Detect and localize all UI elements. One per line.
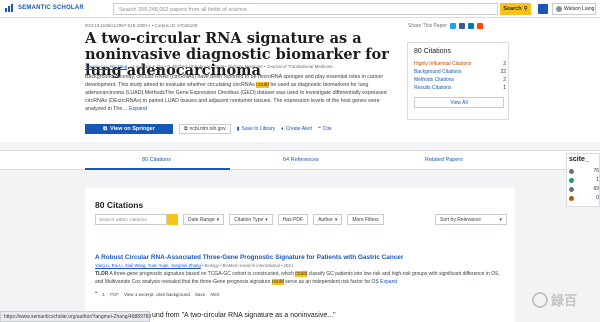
scite-title: scite_ [569,156,589,163]
cite-button[interactable]: ❝ Cite [318,126,332,132]
avatar [556,6,562,12]
quote-icon: ❝ [318,126,321,132]
wechat-icon [532,291,548,308]
expand-link[interactable]: Expand [129,106,147,112]
alert-button[interactable]: Alert [210,292,219,297]
quote-icon: ❝ [95,291,98,296]
bookmark-icon: ▮ [236,126,240,132]
chevron-down-icon: ▾ [265,216,268,223]
watermark: 錄百 [532,290,577,309]
linkedin-icon[interactable] [467,23,474,29]
pdf-link[interactable]: PDF [110,292,119,297]
more-authors[interactable]: +4 authors [130,64,151,69]
save-button[interactable]: Save [195,292,205,297]
citation-count: 1 [102,291,105,297]
share-bar: Share This Paper [408,23,483,29]
external-link-icon: ⧉ [184,126,188,132]
citations-card-title: 80 Citations [414,48,451,55]
more-filters-button[interactable]: More Filters [347,214,384,225]
search-button[interactable]: Search ⚲ [500,3,531,15]
scite-mentioning-icon [569,186,574,192]
save-to-library-button[interactable]: ▮ Save to Library [237,126,275,132]
share-label: Share This Paper [408,23,447,29]
paper-meta: DOI:10.1186/s12967-019-1800-z • Corpus I… [85,23,198,28]
author-link[interactable]: Y. Gu [152,64,163,69]
scite-supporting-icon [569,177,574,183]
paper-authors: Xiaoxia Liu, Yin Yang, +4 authors Y. Gu … [85,64,333,69]
citations-summary-card: 80 Citations Highly Influential Citation… [407,42,509,120]
author-filter[interactable]: Author ▾ [313,214,343,225]
paper-title: A two-circular RNA signature as a noninv… [85,30,389,79]
citations-heading: 80 Citations [95,200,144,210]
author-link[interactable]: Yin Yang [109,64,127,69]
bell-icon: ♦ [281,126,284,132]
result-tldr: TLDR A three-gene prognostic signature b… [95,271,500,285]
twitter-icon[interactable] [449,23,456,29]
reddit-icon[interactable] [476,23,483,29]
result-actions: ❝ 1 PDF View 1 excerpt, cites background… [95,291,219,297]
view-all-button[interactable]: View All [414,97,504,108]
search-input[interactable]: Search 209,248,002 papers from all field… [113,3,498,15]
result-title[interactable]: A Robust Circular RNA-Associated Three-G… [95,254,403,261]
chevron-down-icon: ▾ [499,216,502,223]
citations-section: 80 Citations Search within citations Dat… [85,188,515,322]
scite-row: 76 [569,168,599,174]
tldr-label: TLDR [95,271,109,277]
fields-of-study: Biology, Medicine [227,64,263,69]
scite-contrasting-icon [569,195,574,201]
citation-row[interactable]: Methods Citations 2 [414,77,506,83]
citation-type-filter[interactable]: Citation Type ▾ [229,214,273,225]
excerpt-snippet: und from "A two-circular RNA signature a… [152,312,336,319]
facebook-icon[interactable] [458,23,465,29]
published-date: Published 18 February 2019 [167,64,224,69]
search-button-label: Search [503,6,522,12]
scite-row: 69 [569,186,599,192]
user-name: Watson Liang [564,6,595,12]
tab-related-papers[interactable]: Related Papers [425,157,463,163]
tab-references[interactable]: 64 References [283,157,319,163]
result-authors[interactable]: Yang Li, Rui Li, Xiuli Wang, Yuan Yuan, … [95,263,201,268]
citation-row[interactable]: Results Citations 1 [414,85,506,91]
citation-row[interactable]: Highly Influential Citations 2 [414,61,506,67]
external-link-icon: ⧉ [103,125,108,132]
paper-actions: ⧉ View on Springer ⧉ ncbi.nlm.nih.gov ▮ … [85,124,332,134]
highlight: could [256,82,269,88]
result-meta: Yang Li, Rui Li, Xiuli Wang, Yuan Yuan, … [95,263,294,268]
view-excerpt-link[interactable]: View 1 excerpt, cites background [124,292,190,297]
highlight: could [271,279,284,285]
scite-icon [569,168,574,174]
scite-row: 1 [569,177,599,183]
top-bar: SEMANTIC SCHOLAR Search 209,248,002 pape… [0,0,600,18]
journal-name: Journal of Translational Medicine [266,64,333,69]
date-range-filter[interactable]: Date Range ▾ [183,214,225,225]
citation-search-input[interactable]: Search within citations [95,214,167,225]
sort-select[interactable]: Sort by Relevance ▾ [435,214,507,225]
scite-row: 0 [569,195,599,201]
has-pdf-filter[interactable]: Has PDF [277,214,309,225]
ncbi-link-button[interactable]: ⧉ ncbi.nlm.nih.gov [179,124,231,134]
citation-row[interactable]: Background Citations 22 [414,69,506,75]
highlight: could [295,271,308,277]
user-menu[interactable]: Watson Liang [552,3,596,15]
paper-detail: DOI:10.1186/s12967-019-1800-z • Corpus I… [0,18,600,142]
tab-citations[interactable]: 80 Citations [142,157,171,163]
search-icon: ⚲ [523,6,528,12]
citation-filters: Search within citations Date Range ▾ Cita… [95,214,384,225]
expand-link[interactable]: Expand [380,279,397,285]
logo-text: SEMANTIC SCHOLAR [18,5,84,11]
logo[interactable]: SEMANTIC SCHOLAR [5,4,84,12]
view-on-springer-button[interactable]: ⧉ View on Springer [85,124,173,134]
scite-widget[interactable]: scite_ 76 1 69 0 [566,153,600,207]
notification-icon[interactable] [538,4,548,14]
chevron-down-icon: ▾ [334,216,338,223]
chevron-down-icon: ▾ [216,216,220,223]
status-bar-url: https://www.semanticscholar.org/author/Y… [0,311,151,322]
abstract: BackgroundRecently, circular RNAs (circR… [85,74,387,112]
author-link[interactable]: Xiaoxia Liu [85,64,107,69]
citation-search-button[interactable] [167,214,178,225]
create-alert-button[interactable]: ♦ Create Alert [281,126,312,132]
paper-tabs: 80 Citations 64 References Related Paper… [0,150,600,170]
logo-icon [5,4,15,12]
